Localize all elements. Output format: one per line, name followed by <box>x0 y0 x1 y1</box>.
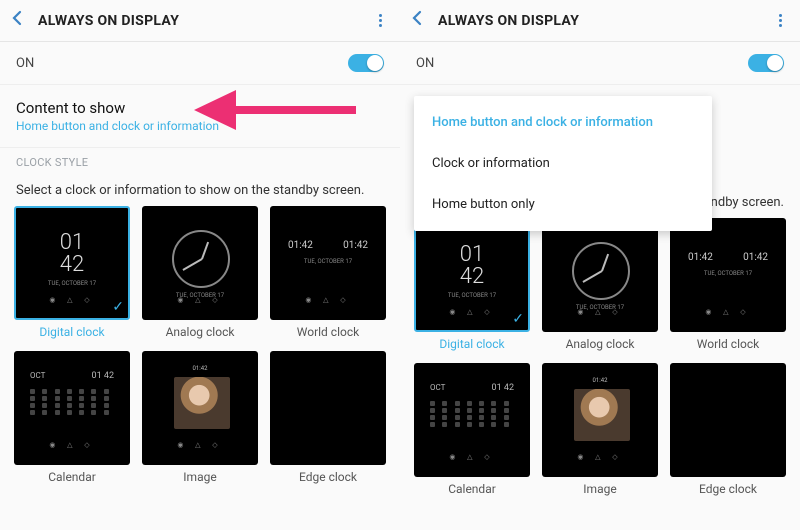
clock-caption: World clock <box>297 325 359 339</box>
clock-caption: Calendar <box>448 482 496 496</box>
overflow-menu-button[interactable] <box>375 10 386 31</box>
image-icon <box>174 377 230 429</box>
clock-thumb <box>670 363 786 477</box>
clock-caption: World clock <box>697 337 759 351</box>
callout-arrow-icon <box>186 80 356 140</box>
clock-tile-calendar[interactable]: OCT 01 42 ◉ △ ◇ Calendar <box>412 363 532 500</box>
clock-thumb: 01:42 01:42 TUE, OCTOBER 17 ◉ △ ◇ <box>670 218 786 332</box>
clock-thumb: OCT 01 42 ◉ △ ◇ <box>14 351 130 465</box>
clock-thumb: 0142 TUE, OCTOBER 17 ◉ △ ◇ ✓ <box>414 218 530 332</box>
clock-tile-image[interactable]: 01:42 ◉ △ ◇ Image <box>140 351 260 488</box>
clock-style-section-label: CLOCK STYLE <box>0 148 400 173</box>
menu-item-clock-or-info[interactable]: Clock or information <box>414 143 712 184</box>
clock-tile-image[interactable]: 01:42 ◉ △ ◇ Image <box>540 363 660 500</box>
clock-tile-calendar[interactable]: OCT 01 42 ◉ △ ◇ Calendar <box>12 351 132 488</box>
clock-caption: Edge clock <box>299 470 357 484</box>
content-to-show-menu: Home button and clock or information Clo… <box>414 96 712 231</box>
on-toggle[interactable] <box>748 54 784 72</box>
chevron-left-icon <box>410 10 424 26</box>
overflow-menu-button[interactable] <box>775 10 786 31</box>
clock-caption: Edge clock <box>699 482 757 496</box>
back-button[interactable] <box>410 10 424 31</box>
on-label: ON <box>16 56 34 71</box>
clock-caption: Digital clock <box>39 325 104 339</box>
clock-caption: Image <box>183 470 216 484</box>
clock-caption: Calendar <box>48 470 96 484</box>
clock-tile-world[interactable]: 01:42 01:42 TUE, OCTOBER 17 ◉ △ ◇ World … <box>668 218 788 355</box>
check-icon: ✓ <box>112 299 124 315</box>
on-toggle-row[interactable]: ON <box>400 42 800 85</box>
clock-tile-digital[interactable]: 0142 TUE, OCTOBER 17 ◉ △ ◇ ✓ Digital clo… <box>412 218 532 355</box>
check-icon: ✓ <box>512 311 524 327</box>
clock-tile-analog[interactable]: TUE, OCTOBER 17 ◉ △ ◇ Analog clock <box>540 218 660 355</box>
back-button[interactable] <box>10 10 24 31</box>
clock-thumb: 0142 TUE, OCTOBER 17 ◉ △ ◇ ✓ <box>14 206 130 320</box>
menu-item-home-only[interactable]: Home button only <box>414 184 712 225</box>
clock-thumb <box>270 351 386 465</box>
clock-tile-edge[interactable]: Edge clock <box>268 351 388 488</box>
clock-caption: Analog clock <box>166 325 235 339</box>
titlebar: ALWAYS ON DISPLAY <box>0 0 400 42</box>
clock-tile-digital[interactable]: 0142 TUE, OCTOBER 17 ◉ △ ◇ ✓ Digital clo… <box>12 206 132 343</box>
clock-thumb: 01:42 ◉ △ ◇ <box>542 363 658 477</box>
clock-caption: Digital clock <box>439 337 504 351</box>
clock-thumb: TUE, OCTOBER 17 ◉ △ ◇ <box>142 206 258 320</box>
clock-style-grid: 0142 TUE, OCTOBER 17 ◉ △ ◇ ✓ Digital clo… <box>0 206 400 488</box>
page-title: ALWAYS ON DISPLAY <box>438 13 579 29</box>
clock-thumb: 01:42 01:42 TUE, OCTOBER 17 ◉ △ ◇ <box>270 206 386 320</box>
clock-tile-world[interactable]: 01:42 01:42 TUE, OCTOBER 17 ◉ △ ◇ World … <box>268 206 388 343</box>
on-toggle-row[interactable]: ON <box>0 42 400 85</box>
clock-caption: Analog clock <box>566 337 635 351</box>
clock-tile-edge[interactable]: Edge clock <box>668 363 788 500</box>
image-icon <box>574 389 630 441</box>
clock-caption: Image <box>583 482 616 496</box>
clock-thumb: 01:42 ◉ △ ◇ <box>142 351 258 465</box>
right-pane: ALWAYS ON DISPLAY ON andby screen. 0142 … <box>400 0 800 530</box>
clock-thumb: TUE, OCTOBER 17 ◉ △ ◇ <box>542 218 658 332</box>
page-title: ALWAYS ON DISPLAY <box>38 13 179 29</box>
left-pane: ALWAYS ON DISPLAY ON Content to show Hom… <box>0 0 400 530</box>
on-label: ON <box>416 56 434 71</box>
titlebar: ALWAYS ON DISPLAY <box>400 0 800 42</box>
chevron-left-icon <box>10 10 24 26</box>
clock-tile-analog[interactable]: TUE, OCTOBER 17 ◉ △ ◇ Analog clock <box>140 206 260 343</box>
clock-style-instruction: Select a clock or information to show on… <box>0 173 400 206</box>
menu-item-home-and-clock[interactable]: Home button and clock or information <box>414 102 712 143</box>
on-toggle[interactable] <box>348 54 384 72</box>
clock-thumb: OCT 01 42 ◉ △ ◇ <box>414 363 530 477</box>
clock-style-grid: 0142 TUE, OCTOBER 17 ◉ △ ◇ ✓ Digital clo… <box>400 218 800 500</box>
